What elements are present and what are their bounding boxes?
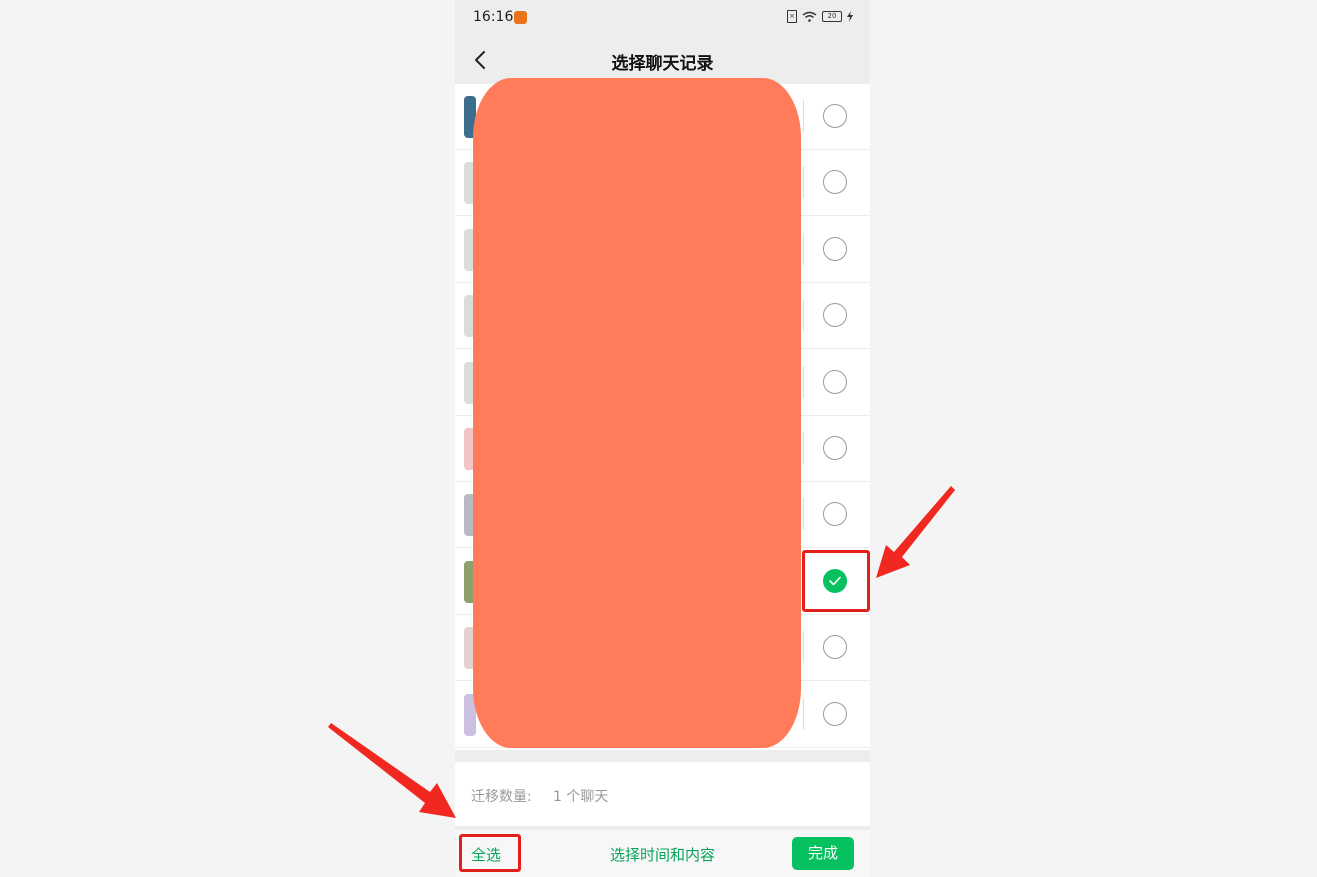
phone-screen: 16:16 × 20 选择聊天记录 迁移数量: 1 个聊天 全选 选择时间和内容 (455, 0, 870, 877)
status-bar: 16:16 × 20 (455, 0, 870, 36)
migration-count-label: 迁移数量: (471, 789, 532, 805)
row-divider (803, 166, 804, 199)
radio-unchecked-icon[interactable] (823, 104, 847, 128)
row-divider (803, 498, 804, 531)
wifi-icon (802, 11, 817, 22)
page-title: 选择聊天记录 (611, 54, 714, 74)
arrow-left-icon (328, 723, 456, 818)
row-divider (803, 432, 804, 464)
battery-icon: 20 (822, 11, 842, 22)
done-button[interactable]: 完成 (792, 837, 854, 870)
radio-unchecked-icon[interactable] (823, 635, 847, 660)
row-divider (803, 232, 804, 265)
radio-unchecked-icon[interactable] (823, 236, 847, 261)
radio-unchecked-icon[interactable] (823, 701, 847, 726)
sim-icon: × (787, 10, 797, 23)
migration-count-value: 1 个聊天 (553, 789, 609, 805)
row-divider (803, 365, 804, 398)
charging-icon (847, 11, 853, 22)
nav-bar: 选择聊天记录 (455, 36, 870, 84)
radio-unchecked-icon[interactable] (823, 303, 847, 328)
status-time: 16:16 (473, 9, 514, 25)
app-notification-icon (514, 11, 527, 24)
highlight-select-all (459, 834, 521, 872)
row-divider (803, 631, 804, 664)
highlight-selected-radio (802, 550, 870, 612)
status-indicators: × 20 (787, 10, 853, 23)
arrow-right-icon (876, 486, 955, 578)
radio-unchecked-icon[interactable] (823, 369, 847, 394)
row-divider (803, 100, 804, 132)
radio-unchecked-icon[interactable] (823, 170, 847, 195)
row-divider (803, 299, 804, 332)
radio-unchecked-icon[interactable] (823, 436, 847, 460)
row-divider (803, 697, 804, 730)
migration-summary: 迁移数量: 1 个聊天 (455, 762, 870, 826)
radio-unchecked-icon[interactable] (823, 502, 847, 527)
redaction-overlay (473, 78, 801, 748)
